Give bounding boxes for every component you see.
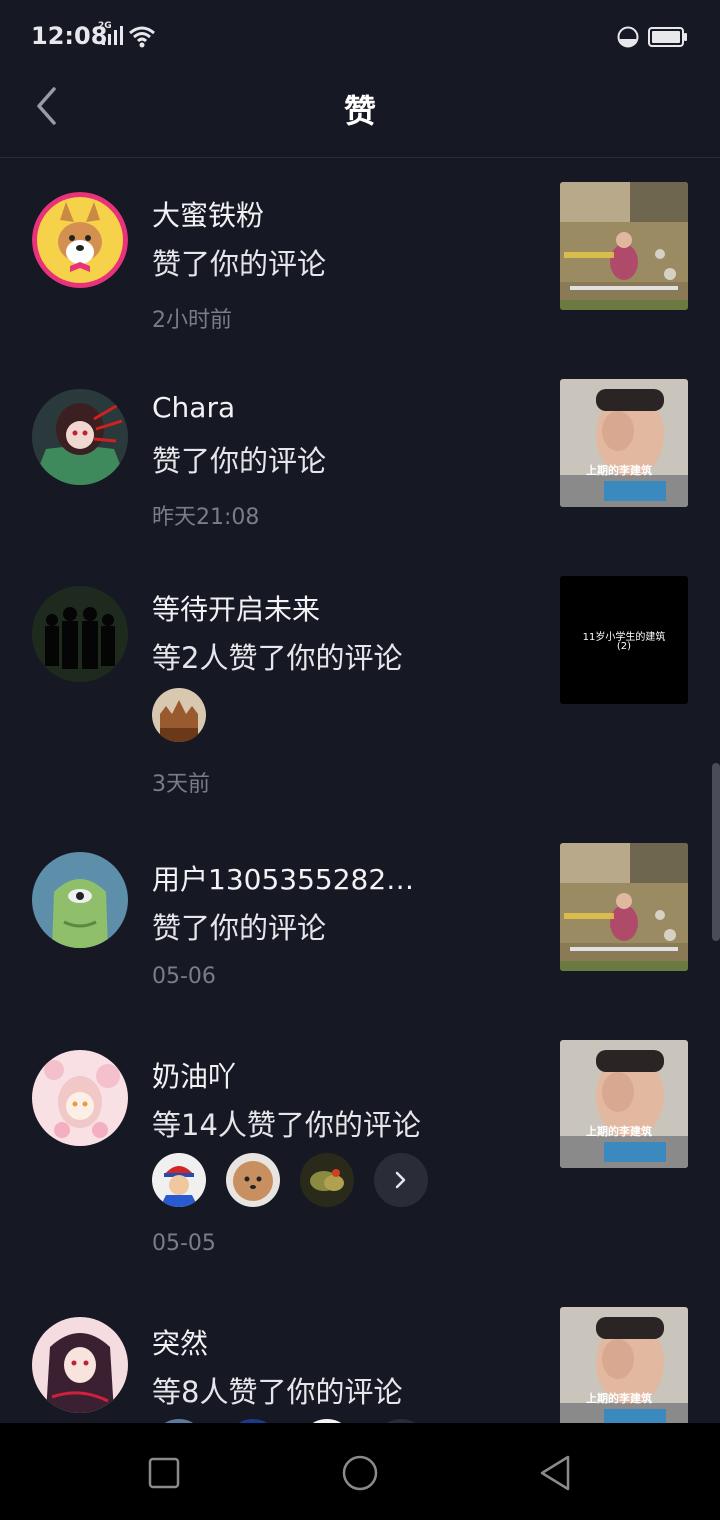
user-name[interactable]: 突然 xyxy=(152,1322,208,1362)
list-item[interactable]: 突然 等8人赞了你的评论 上期的李建筑 xyxy=(0,1289,720,1423)
liker-avatar[interactable] xyxy=(152,688,206,742)
back-triangle-icon[interactable] xyxy=(534,1451,578,1495)
wifi-icon xyxy=(129,26,155,48)
avatar[interactable] xyxy=(32,1317,128,1413)
video-thumbnail[interactable] xyxy=(560,182,688,310)
timestamp: 05-06 xyxy=(152,964,216,989)
signal-icon xyxy=(102,26,123,45)
do-not-disturb-icon xyxy=(617,26,639,48)
action-text: 等2人赞了你的评论 xyxy=(152,641,403,675)
page-title: 赞 xyxy=(343,92,376,130)
list-item[interactable]: 奶油吖 等14人赞了你的评论 05-05 上期的李建筑 xyxy=(0,1019,720,1289)
video-thumbnail[interactable]: 上期的李建筑 xyxy=(560,1307,688,1423)
avatar[interactable] xyxy=(32,586,128,682)
list-item[interactable]: Chara 赞了你的评论 昨天21:08 上期的李建筑 xyxy=(0,355,720,552)
thumbnail-caption: 上期的李建筑 xyxy=(586,464,652,477)
chevron-right-icon xyxy=(395,1171,406,1189)
list-item[interactable]: 等待开启未来 等2人赞了你的评论 3天前 11岁小学生的建筑 (2) xyxy=(0,552,720,822)
timestamp: 3天前 xyxy=(152,772,210,797)
liker-avatar[interactable] xyxy=(300,1153,354,1207)
home-icon[interactable] xyxy=(338,1451,382,1495)
action-text: 等14人赞了你的评论 xyxy=(152,1108,421,1142)
battery-icon xyxy=(648,27,687,47)
liker-avatar[interactable] xyxy=(152,1153,206,1207)
thumbnail-caption: 上期的李建筑 xyxy=(586,1125,652,1138)
list-item[interactable]: 用户13053552824... 赞了你的评论 05-06 xyxy=(0,822,720,1019)
avatar[interactable] xyxy=(32,389,128,485)
avatar[interactable] xyxy=(32,1050,128,1146)
user-name[interactable]: 奶油吖 xyxy=(152,1055,236,1095)
list-item[interactable]: 大蜜铁粉 赞了你的评论 2小时前 xyxy=(0,158,720,355)
video-thumbnail[interactable]: 上期的李建筑 xyxy=(560,1040,688,1168)
more-likers-button[interactable] xyxy=(374,1153,428,1207)
thumbnail-caption: 上期的李建筑 xyxy=(586,1392,652,1405)
likes-list: 大蜜铁粉 赞了你的评论 2小时前 Chara 赞了你的评论 昨天21:08 上期… xyxy=(0,158,720,1423)
user-name[interactable]: 用户13053552824... xyxy=(152,858,422,898)
system-nav-bar xyxy=(0,1423,720,1520)
liker-avatar[interactable] xyxy=(226,1153,280,1207)
video-thumbnail[interactable]: 11岁小学生的建筑 (2) xyxy=(560,576,688,704)
top-nav-bar: 赞 xyxy=(0,72,720,158)
avatar[interactable] xyxy=(32,852,128,948)
timestamp: 昨天21:08 xyxy=(152,505,260,530)
user-name[interactable]: 等待开启未来 xyxy=(152,588,320,628)
action-text: 等8人赞了你的评论 xyxy=(152,1375,403,1409)
avatar[interactable] xyxy=(32,192,128,288)
user-name[interactable]: Chara xyxy=(152,391,235,424)
thumbnail-caption-line2: (2) xyxy=(616,641,632,652)
scrollbar[interactable] xyxy=(712,763,720,941)
status-time: 12:08 xyxy=(31,22,108,50)
status-bar: 12:08 2G xyxy=(0,0,720,72)
video-thumbnail[interactable] xyxy=(560,843,688,971)
action-text: 赞了你的评论 xyxy=(152,247,327,281)
timestamp: 05-05 xyxy=(152,1231,216,1256)
timestamp: 2小时前 xyxy=(152,308,232,333)
user-name[interactable]: 大蜜铁粉 xyxy=(152,194,264,234)
action-text: 赞了你的评论 xyxy=(152,444,327,478)
action-text: 赞了你的评论 xyxy=(152,911,327,945)
recent-apps-icon[interactable] xyxy=(142,1451,186,1495)
video-thumbnail[interactable]: 上期的李建筑 xyxy=(560,379,688,507)
